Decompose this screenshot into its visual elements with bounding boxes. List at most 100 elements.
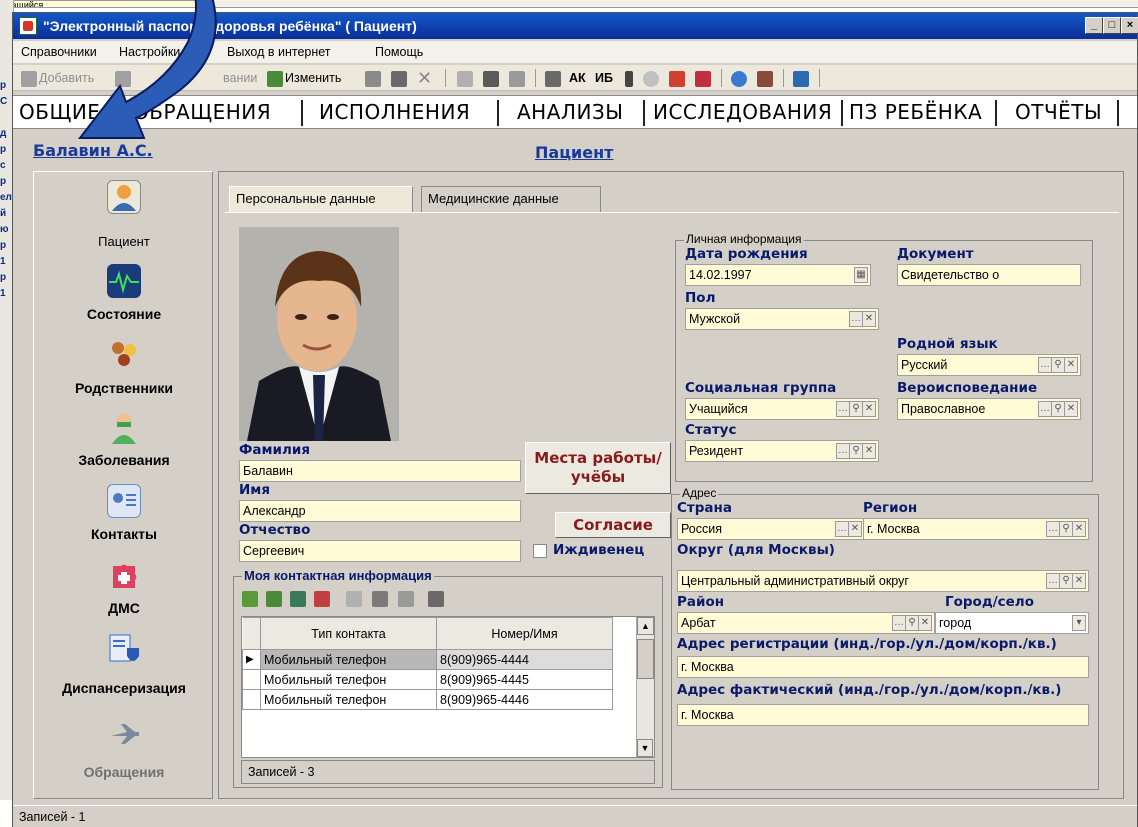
clear-icon[interactable]: ✕: [1072, 573, 1086, 589]
cancel-button[interactable]: ✕: [417, 69, 432, 87]
table-icon[interactable]: [398, 591, 414, 607]
clear-icon[interactable]: ✕: [1064, 401, 1078, 417]
tab-general[interactable]: ОБЩИЕ: [19, 100, 100, 124]
district-field[interactable]: Центральный административный округ … ⚲ ✕: [677, 570, 1089, 592]
sidebar-item-relatives[interactable]: Родственники: [34, 338, 214, 408]
ellipsis-icon[interactable]: …: [1038, 401, 1052, 417]
fact-address-field[interactable]: г. Москва: [677, 704, 1089, 726]
contact-type-cell[interactable]: Мобильный телефон: [260, 669, 437, 690]
maximize-button[interactable]: □: [1103, 17, 1121, 34]
document-field[interactable]: Свидетельство о: [897, 264, 1081, 286]
chevron-down-icon[interactable]: ▾: [1072, 615, 1086, 631]
ellipsis-icon[interactable]: …: [849, 311, 863, 327]
import-button[interactable]: [669, 69, 687, 87]
user-link[interactable]: Балавин А.С.: [33, 141, 153, 160]
patronymic-field[interactable]: Сергеевич: [239, 540, 521, 562]
sidebar-item-patient[interactable]: Пациент: [34, 180, 214, 256]
sex-field[interactable]: Мужской … ✕: [685, 308, 879, 330]
tab-examinations[interactable]: ИССЛЕДОВАНИЯ: [653, 100, 832, 124]
table-row[interactable]: ▶ Мобильный телефон 8(909)965-4444: [242, 649, 613, 670]
ib-button[interactable]: ИБ: [595, 69, 613, 87]
surname-field[interactable]: Балавин: [239, 460, 521, 482]
ak-button[interactable]: АК: [569, 69, 586, 87]
status-field[interactable]: Резидент … ⚲ ✕: [685, 440, 879, 462]
clear-icon[interactable]: ✕: [862, 311, 876, 327]
contact-number-cell[interactable]: 8(909)965-4444: [436, 649, 613, 670]
tool-4[interactable]: [625, 69, 635, 87]
add-contact-icon[interactable]: [242, 591, 258, 607]
clear-icon[interactable]: ✕: [918, 615, 932, 631]
scroll-up-arrow-icon[interactable]: ▲: [637, 617, 654, 635]
contact-type-cell[interactable]: Мобильный телефон: [260, 689, 437, 710]
clear-icon[interactable]: ✕: [848, 521, 862, 537]
hidden-tool[interactable]: вании: [223, 69, 257, 87]
tool-2[interactable]: [483, 69, 501, 87]
tab-medical-data[interactable]: Медицинские данные: [421, 186, 601, 212]
ellipsis-icon[interactable]: …: [1038, 357, 1052, 373]
contact-number-cell[interactable]: 8(909)965-4446: [436, 689, 613, 710]
sidebar-item-requests[interactable]: Обращения: [34, 716, 214, 786]
contact-type-cell[interactable]: Мобильный телефон: [260, 649, 437, 670]
tooth-button[interactable]: [757, 69, 775, 87]
copy-button[interactable]: [115, 69, 133, 87]
search-icon[interactable]: ⚲: [905, 615, 919, 631]
col-type-header[interactable]: Тип контакта: [260, 617, 437, 650]
filter-icon[interactable]: [346, 591, 362, 607]
name-field[interactable]: Александр: [239, 500, 521, 522]
clear-icon[interactable]: ✕: [862, 401, 876, 417]
tab-executions[interactable]: ИСПОЛНЕНИЯ: [319, 100, 470, 124]
close-button[interactable]: ×: [1121, 17, 1138, 34]
minimize-button[interactable]: _: [1085, 17, 1103, 34]
print-button[interactable]: [545, 69, 563, 87]
scroll-thumb[interactable]: [637, 639, 654, 679]
menu-settings[interactable]: Настройки: [119, 45, 180, 59]
delete-contact-icon[interactable]: [314, 591, 330, 607]
places-button[interactable]: Места работы/учёбы: [525, 442, 671, 494]
ellipsis-icon[interactable]: …: [1046, 573, 1060, 589]
tab-requests[interactable]: ОБРАЩЕНИЯ: [133, 100, 271, 124]
print-icon[interactable]: [428, 591, 444, 607]
tab-reports[interactable]: ОТЧЁТЫ: [1015, 100, 1102, 124]
tool-3[interactable]: [509, 69, 527, 87]
reg-address-field[interactable]: г. Москва: [677, 656, 1089, 678]
search-icon[interactable]: ⚲: [849, 443, 863, 459]
sidebar-item-state[interactable]: Состояние: [34, 264, 214, 334]
table-row[interactable]: Мобильный телефон 8(909)965-4446: [242, 689, 613, 710]
ellipsis-icon[interactable]: …: [1046, 521, 1060, 537]
clear-icon[interactable]: ✕: [862, 443, 876, 459]
religion-field[interactable]: Православное … ⚲ ✕: [897, 398, 1081, 420]
contact-number-cell[interactable]: 8(909)965-4445: [436, 669, 613, 690]
contacts-scrollbar[interactable]: ▲ ▼: [636, 617, 654, 757]
export-button[interactable]: [695, 69, 713, 87]
sort-icon[interactable]: [372, 591, 388, 607]
menu-directories[interactable]: Справочники: [21, 45, 97, 59]
filter-button[interactable]: [457, 69, 475, 87]
social-field[interactable]: Учащийся … ⚲ ✕: [685, 398, 879, 420]
search-icon[interactable]: ⚲: [849, 401, 863, 417]
dependent-checkbox[interactable]: [533, 544, 547, 558]
sidebar-item-dispensary[interactable]: Диспансеризация: [34, 632, 214, 708]
copy-contact-icon[interactable]: [266, 591, 282, 607]
exit-button[interactable]: [793, 69, 811, 87]
col-number-header[interactable]: Номер/Имя: [436, 617, 613, 650]
search-icon[interactable]: ⚲: [1059, 521, 1073, 537]
tab-child-pz[interactable]: ПЗ РЕБЁНКА: [849, 100, 982, 124]
clear-icon[interactable]: ✕: [1064, 357, 1078, 373]
menu-internet[interactable]: Выход в интернет: [227, 45, 331, 59]
tab-personal-data[interactable]: Персональные данные: [229, 186, 413, 212]
edit-button[interactable]: Изменить: [267, 69, 341, 87]
search-icon[interactable]: ⚲: [1051, 401, 1065, 417]
search-icon[interactable]: ⚲: [1059, 573, 1073, 589]
calendar-button[interactable]: ▦: [854, 267, 868, 283]
sidebar-item-diseases[interactable]: Заболевания: [34, 410, 214, 480]
browser-button[interactable]: [731, 69, 749, 87]
save-button[interactable]: [391, 69, 409, 87]
sidebar-item-dms[interactable]: ДМС: [34, 558, 214, 628]
menu-help[interactable]: Помощь: [375, 45, 423, 59]
country-field[interactable]: Россия … ✕: [677, 518, 865, 540]
table-row[interactable]: Мобильный телефон 8(909)965-4445: [242, 669, 613, 690]
clear-icon[interactable]: ✕: [1072, 521, 1086, 537]
add-button[interactable]: Добавить: [21, 69, 94, 87]
ellipsis-icon[interactable]: …: [835, 521, 849, 537]
tool-1[interactable]: [365, 69, 383, 87]
